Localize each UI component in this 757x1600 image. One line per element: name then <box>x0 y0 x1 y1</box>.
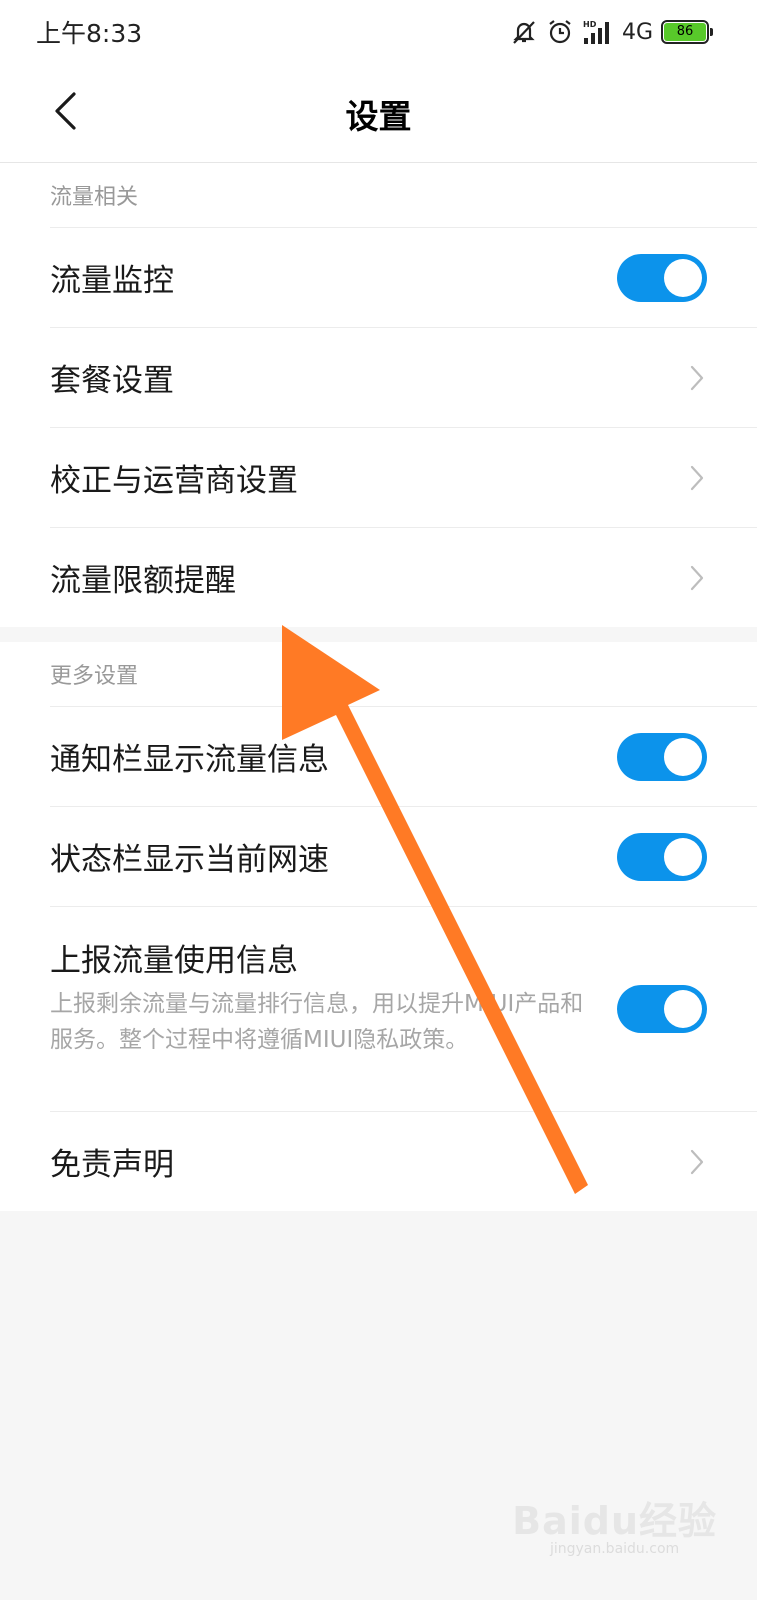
row-label: 通知栏显示流量信息 <box>50 742 329 778</box>
status-time: 上午8:33 <box>36 19 143 48</box>
watermark: Baidu经验 jingyan.baidu.com <box>512 1490 717 1557</box>
row-label: 流量限额提醒 <box>50 563 236 599</box>
section-header: 更多设置 <box>50 664 139 689</box>
row-notification-traffic[interactable]: 通知栏显示流量信息 <box>50 706 757 806</box>
row-traffic-monitor[interactable]: 流量监控 <box>50 227 757 327</box>
row-label: 套餐设置 <box>50 363 174 399</box>
page-title: 设置 <box>345 97 412 136</box>
statusbar-speed-toggle[interactable] <box>617 832 707 881</box>
row-plan-settings[interactable]: 套餐设置 <box>50 327 757 427</box>
report-usage-toggle[interactable] <box>617 985 707 1033</box>
row-carrier-settings[interactable]: 校正与运营商设置 <box>50 427 757 527</box>
watermark-logo: Baidu经验 <box>512 1499 717 1543</box>
battery-icon: 86 <box>661 20 713 44</box>
notification-traffic-toggle[interactable] <box>617 732 707 781</box>
row-label: 流量监控 <box>50 263 174 299</box>
row-label: 上报流量使用信息 <box>50 943 298 979</box>
section-header: 流量相关 <box>50 185 139 210</box>
network-type: 4G <box>621 19 653 45</box>
battery-level: 86 <box>664 23 706 41</box>
section-more: 更多设置 通知栏显示流量信息 状态栏显示当前网速 上报流量使用信息 上报剩余流量… <box>0 642 757 1211</box>
row-label: 校正与运营商设置 <box>50 463 298 499</box>
row-disclaimer[interactable]: 免责声明 <box>50 1111 757 1211</box>
chevron-right-icon <box>687 363 707 393</box>
row-description: 上报剩余流量与流量排行信息，用以提升MIUI产品和服务。整个过程中将遵循MIUI… <box>50 991 584 1053</box>
chevron-right-icon <box>687 1147 707 1177</box>
traffic-monitor-toggle[interactable] <box>617 253 707 302</box>
row-statusbar-speed[interactable]: 状态栏显示当前网速 <box>50 806 757 906</box>
row-limit-reminder[interactable]: 流量限额提醒 <box>50 527 757 627</box>
status-icons: HD 4G 86 <box>510 14 713 50</box>
row-label: 状态栏显示当前网速 <box>50 842 329 878</box>
hd-signal-icon: HD <box>582 18 614 46</box>
row-report-usage[interactable]: 上报流量使用信息 上报剩余流量与流量排行信息，用以提升MIUI产品和服务。整个过… <box>50 906 757 1111</box>
alarm-icon <box>546 18 574 46</box>
row-label: 免责声明 <box>50 1147 174 1183</box>
section-traffic: 流量相关 流量监控 套餐设置 校正与运营商设置 流量限额提醒 <box>0 163 757 627</box>
svg-text:HD: HD <box>583 20 597 29</box>
chevron-right-icon <box>687 563 707 593</box>
status-bar: 上午8:33 HD 4G 86 <box>0 0 757 64</box>
nav-bar: 设置 <box>0 64 757 163</box>
mute-icon <box>510 18 538 46</box>
chevron-right-icon <box>687 463 707 493</box>
